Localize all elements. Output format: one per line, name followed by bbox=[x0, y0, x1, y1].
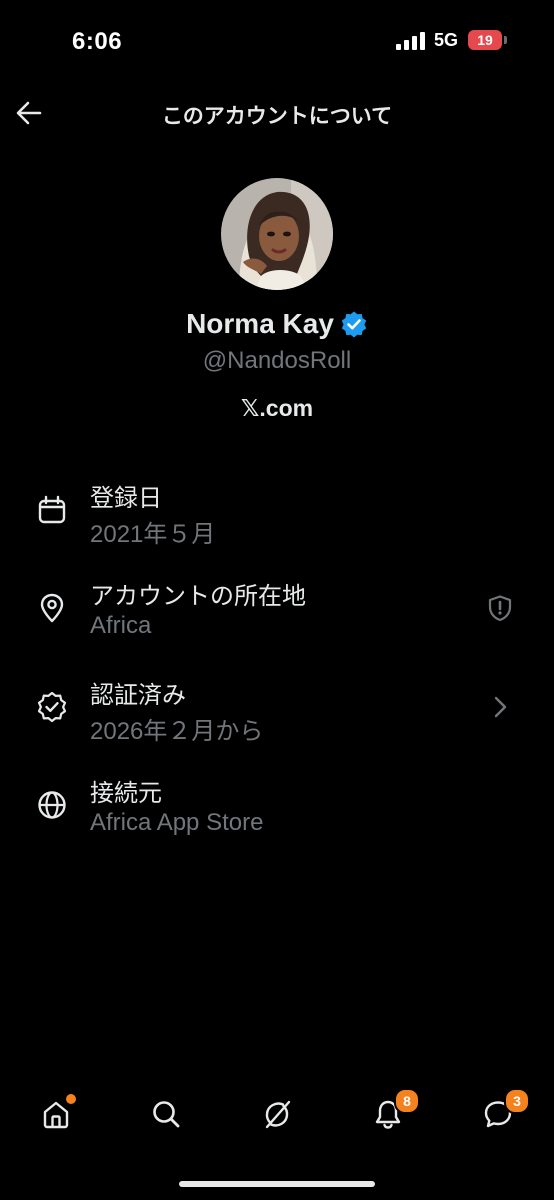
tab-grok[interactable] bbox=[257, 1094, 297, 1134]
location-pin-icon bbox=[40, 593, 64, 623]
verified-badge-icon bbox=[341, 311, 367, 338]
grok-icon bbox=[265, 1100, 291, 1129]
header: このアカウントについて bbox=[0, 84, 554, 144]
profile-name-row: Norma Kay bbox=[0, 308, 554, 340]
battery-icon: 19 bbox=[468, 30, 508, 52]
profile-handle: @NandosRoll bbox=[202, 347, 352, 374]
tab-search[interactable] bbox=[146, 1094, 186, 1134]
profile-site-label: 𝕏.com bbox=[240, 395, 314, 421]
battery-cap bbox=[504, 36, 507, 44]
info-value-joined: 2021年５月 bbox=[90, 521, 216, 548]
tab-messages[interactable]: 3 bbox=[478, 1088, 530, 1134]
info-row-location: アカウントの所在地 Africa bbox=[0, 574, 554, 654]
avatar[interactable] bbox=[221, 178, 333, 290]
messages-badge: 3 bbox=[504, 1088, 530, 1114]
status-bar: 6:06 5G 19 bbox=[0, 0, 554, 84]
tab-bar: 8 3 bbox=[0, 1080, 554, 1160]
home-indicator[interactable] bbox=[179, 1181, 375, 1187]
profile-name: Norma Kay bbox=[186, 308, 334, 339]
status-time: 6:06 bbox=[72, 28, 123, 55]
notifications-badge: 8 bbox=[394, 1088, 420, 1114]
info-title-verified: 認証済み bbox=[90, 682, 186, 709]
battery-level: 19 bbox=[468, 30, 502, 50]
network-label: 5G bbox=[434, 30, 459, 50]
info-value-location: Africa bbox=[90, 612, 152, 639]
info-value-verified: 2026年２月から bbox=[90, 718, 264, 745]
info-value-connected: Africa App Store bbox=[90, 809, 264, 836]
info-title-location: アカウントの所在地 bbox=[90, 583, 306, 610]
avatar-image bbox=[221, 178, 333, 290]
chevron-right-icon bbox=[494, 696, 507, 718]
tab-notifications[interactable]: 8 bbox=[368, 1088, 420, 1134]
info-title-connected: 接続元 bbox=[90, 780, 162, 807]
info-row-joined: 登録日 2021年５月 bbox=[0, 476, 554, 556]
verified-check-icon bbox=[37, 691, 67, 723]
globe-icon bbox=[38, 791, 66, 819]
home-dot-badge bbox=[66, 1094, 76, 1104]
signal-icon bbox=[396, 32, 425, 50]
info-title-joined: 登録日 bbox=[90, 485, 162, 512]
calendar-icon bbox=[38, 495, 66, 524]
tab-home[interactable] bbox=[36, 1094, 76, 1134]
info-row-verified[interactable]: 認証済み 2026年２月から bbox=[0, 673, 554, 753]
info-row-connected: 接続元 Africa App Store bbox=[0, 771, 554, 851]
shield-icon[interactable] bbox=[486, 594, 514, 622]
page-title: このアカウントについて bbox=[161, 105, 393, 128]
search-icon bbox=[153, 1101, 180, 1128]
